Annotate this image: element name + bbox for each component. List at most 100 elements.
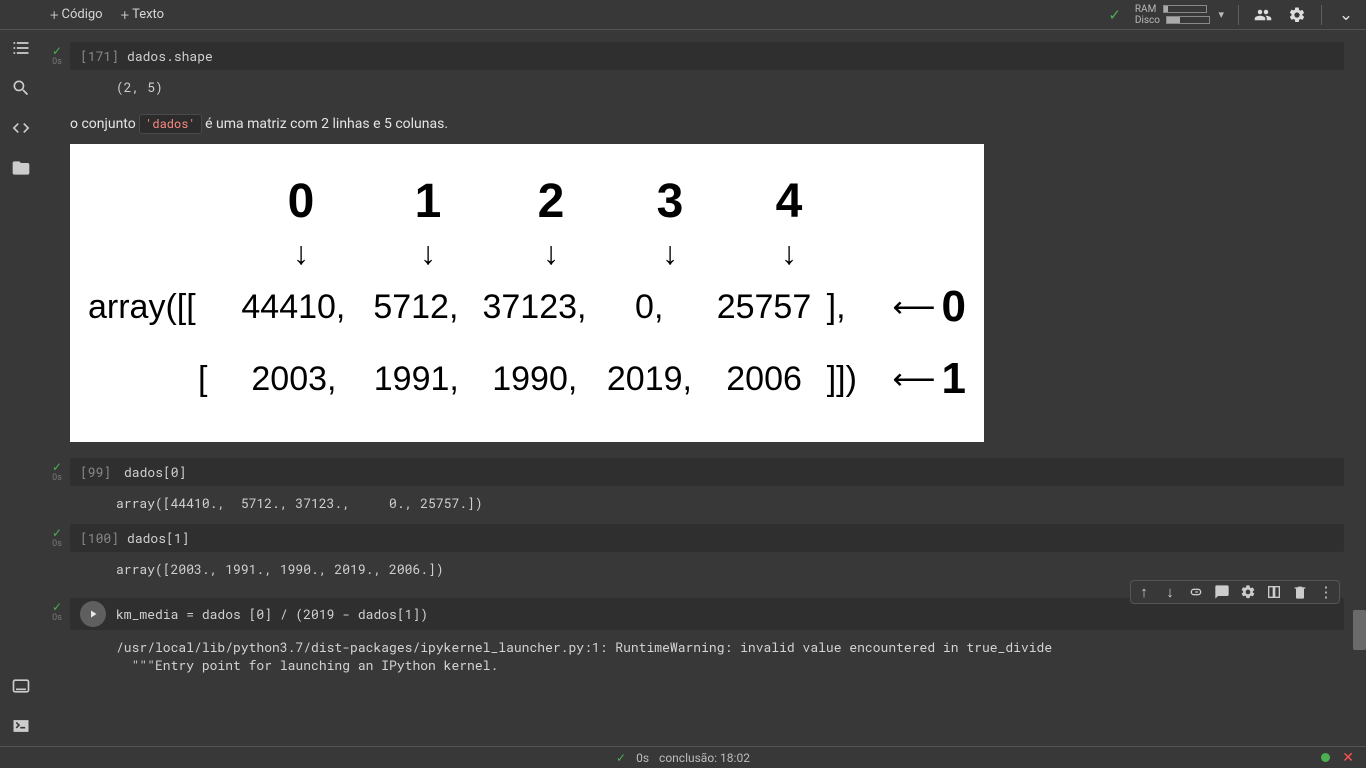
cell-exec-time: 0s (46, 614, 68, 623)
top-toolbar: + Código + Texto ✓ RAM Disco ▾ ⌄ (0, 0, 1366, 30)
comment-icon[interactable] (1213, 583, 1231, 601)
code-cell-active[interactable]: ↑ ↓ ⋮ ✓ 0 (46, 598, 1344, 676)
cell-exec-time: 0s (46, 474, 68, 483)
disk-bar (1166, 16, 1210, 24)
cell-ok-check-icon: ✓ (46, 601, 68, 613)
code-cell[interactable]: ✓ 0s [100] dados[1] array([2003., 1991.,… (46, 524, 1344, 580)
notebook-area: ✓ 0s [171] dados.shape (2, 5) o conjunto… (42, 30, 1366, 746)
cell-output: (2, 5) (70, 70, 1344, 98)
cell-ok-check-icon: ✓ (46, 461, 68, 473)
array-value: 2003, (227, 360, 360, 399)
row-close: ]]) (827, 360, 885, 399)
add-code-button[interactable]: + Código (50, 6, 103, 24)
down-arrow-icon: ↓ (616, 235, 724, 272)
cell-ok-check-icon: ✓ (46, 45, 68, 57)
array-value: 1990, (472, 360, 597, 399)
cell-output: array([44410., 5712., 37123., 0., 25757.… (70, 486, 1344, 514)
move-up-icon[interactable]: ↑ (1135, 583, 1153, 601)
col-header: 2 (486, 174, 616, 229)
settings-gear-icon[interactable] (1287, 5, 1307, 25)
separator (1238, 5, 1239, 25)
array-value: 2006 (701, 360, 826, 399)
cell-ok-check-icon: ✓ (46, 527, 68, 539)
col-header: 3 (616, 174, 724, 229)
inline-code-token: 'dados' (139, 114, 201, 134)
status-completion: conclusão: 18:02 (659, 751, 750, 765)
connected-check-icon: ✓ (1108, 6, 1121, 24)
disk-label: Disco (1135, 15, 1160, 26)
code-content[interactable]: dados[1] (127, 529, 189, 547)
row-index: 1 (942, 354, 966, 404)
row-close: ], (827, 288, 885, 327)
array-value: 44410, (227, 288, 360, 327)
row-index: 0 (942, 282, 966, 332)
code-content[interactable]: dados[0] (124, 463, 186, 481)
down-arrow-icon: ↓ (724, 235, 854, 272)
down-arrow-icon: ↓ (370, 235, 486, 272)
add-text-label: Texto (132, 7, 164, 22)
resource-indicator[interactable]: RAM Disco (1135, 4, 1211, 26)
link-icon[interactable] (1187, 583, 1205, 601)
ram-bar (1163, 5, 1207, 13)
cell-exec-time: 0s (46, 58, 68, 67)
left-sidebar (0, 30, 42, 746)
array-value: 5712, (360, 288, 472, 327)
share-icon[interactable] (1253, 5, 1273, 25)
settings-gear-icon[interactable] (1239, 583, 1257, 601)
mirror-icon[interactable] (1265, 583, 1283, 601)
status-bar: ✓ 0s conclusão: 18:02 ✕ (0, 746, 1366, 768)
terminal-icon[interactable] (11, 716, 31, 736)
markdown-cell[interactable]: o conjunto 'dados' é uma matriz com 2 li… (70, 116, 1344, 132)
left-arrow-icon: ⟵ (892, 362, 935, 397)
array-value: 2019, (597, 360, 701, 399)
separator (1321, 5, 1322, 25)
left-arrow-icon: ⟵ (893, 290, 936, 325)
code-cell[interactable]: ✓ 0s [99] dados[0] array([44410., 5712.,… (46, 458, 1344, 514)
array-value: 37123, (472, 288, 597, 327)
col-header: 0 (232, 174, 370, 229)
down-arrow-icon: ↓ (486, 235, 616, 272)
status-exec-time: 0s (636, 751, 649, 765)
collapse-caret-icon[interactable]: ⌄ (1336, 5, 1356, 25)
plus-icon: + (121, 6, 129, 24)
exec-count: [100] (80, 529, 119, 547)
files-icon[interactable] (11, 158, 31, 178)
search-icon[interactable] (11, 78, 31, 98)
add-text-button[interactable]: + Texto (121, 6, 165, 24)
delete-icon[interactable] (1291, 583, 1309, 601)
move-down-icon[interactable]: ↓ (1161, 583, 1179, 601)
cell-toolbar: ↑ ↓ ⋮ (1130, 580, 1340, 604)
cell-output: /usr/local/lib/python3.7/dist-packages/i… (70, 630, 1344, 676)
array-value: 25757 (701, 288, 826, 327)
down-arrow-icon: ↓ (232, 235, 370, 272)
snippets-icon[interactable] (11, 118, 31, 138)
code-content[interactable]: dados.shape (127, 47, 213, 65)
ram-label: RAM (1135, 4, 1156, 15)
col-header: 4 (724, 174, 854, 229)
markdown-text-post: é uma matriz com 2 linhas e 5 colunas. (202, 116, 448, 132)
array-value: 1991, (360, 360, 472, 399)
code-content[interactable]: km_media = dados [0] / (2019 - dados[1]) (116, 605, 428, 623)
add-code-label: Código (61, 7, 102, 22)
markdown-text-pre: o conjunto (70, 116, 139, 132)
exec-count: [99] (80, 463, 116, 481)
run-cell-button[interactable] (80, 601, 106, 627)
cell-exec-time: 0s (46, 540, 68, 549)
array-value: 0, (597, 288, 701, 327)
resource-menu-caret-icon[interactable]: ▾ (1218, 8, 1224, 21)
code-cell[interactable]: ✓ 0s [171] dados.shape (2, 5) (46, 42, 1344, 98)
toc-icon[interactable] (11, 38, 31, 58)
row-prefix: [ (88, 360, 227, 399)
exec-count: [171] (80, 47, 119, 65)
array-prefix: array([[ (88, 288, 227, 327)
scrollbar-thumb[interactable] (1353, 610, 1366, 650)
status-check-icon: ✓ (616, 751, 626, 765)
interrupt-icon[interactable]: ✕ (1342, 750, 1354, 766)
cell-output: array([2003., 1991., 1990., 2019., 2006.… (70, 552, 1344, 580)
command-palette-icon[interactable] (11, 676, 31, 696)
plus-icon: + (50, 6, 58, 24)
array-diagram: 0 1 2 3 4 ↓ ↓ ↓ ↓ ↓ array([[ 44410, 5712… (70, 144, 984, 442)
col-header: 1 (370, 174, 486, 229)
more-icon[interactable]: ⋮ (1317, 583, 1335, 601)
kernel-status-dot (1321, 753, 1330, 762)
